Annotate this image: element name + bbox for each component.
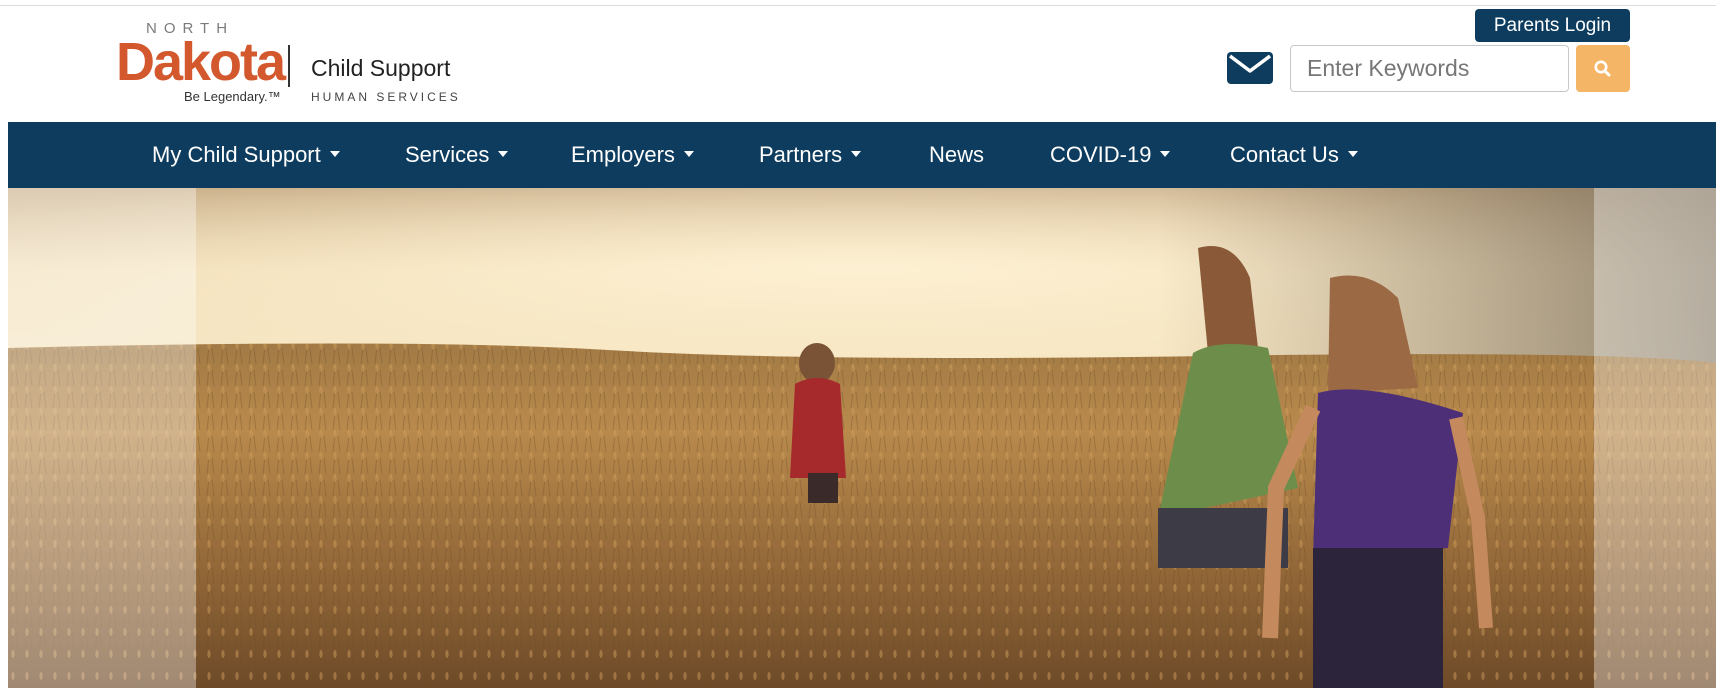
logo-tagline: Be Legendary.™ [184,89,281,104]
caret-down-icon [1160,151,1171,158]
top-border [0,5,1716,6]
logo-dakota-text: Dakota [116,32,286,92]
nav-item-covid-19[interactable]: COVID-19 [1050,122,1171,188]
logo-program-name: Child Support [311,55,451,81]
search-icon [1594,60,1611,77]
nav-item-label: Employers [571,142,675,167]
caret-down-icon [683,151,694,158]
nav-item-label: COVID-19 [1050,142,1152,167]
main-navigation: My Child Support Services Employers Part… [8,122,1716,188]
caret-down-icon [851,151,862,158]
envelope-icon[interactable] [1227,52,1273,84]
nav-item-contact-us[interactable]: Contact Us [1230,122,1358,188]
search-button[interactable] [1576,45,1630,92]
hero-banner-image [8,188,1716,688]
nav-item-label: Partners [759,142,843,167]
caret-down-icon [1347,151,1358,158]
logo-divider [288,45,290,87]
search-input[interactable] [1290,45,1569,92]
caret-down-icon [329,151,340,158]
nav-item-my-child-support[interactable]: My Child Support [152,122,340,188]
site-logo[interactable]: NORTH Dakota Be Legendary.™ Child Suppor… [116,18,476,110]
nav-item-label: Contact Us [1230,142,1339,167]
parents-login-button[interactable]: Parents Login [1475,9,1630,42]
logo-agency-name: HUMAN SERVICES [311,90,461,104]
nav-item-partners[interactable]: Partners [759,122,862,188]
caret-down-icon [498,151,509,158]
nav-item-label: Services [405,142,490,167]
nav-item-label: My Child Support [152,142,321,167]
nav-item-label: News [929,142,985,167]
hero-photo-wheat-field-children [8,188,1716,688]
nav-item-employers[interactable]: Employers [571,122,694,188]
nav-item-news[interactable]: News [929,122,984,188]
nav-item-services[interactable]: Services [405,122,509,188]
